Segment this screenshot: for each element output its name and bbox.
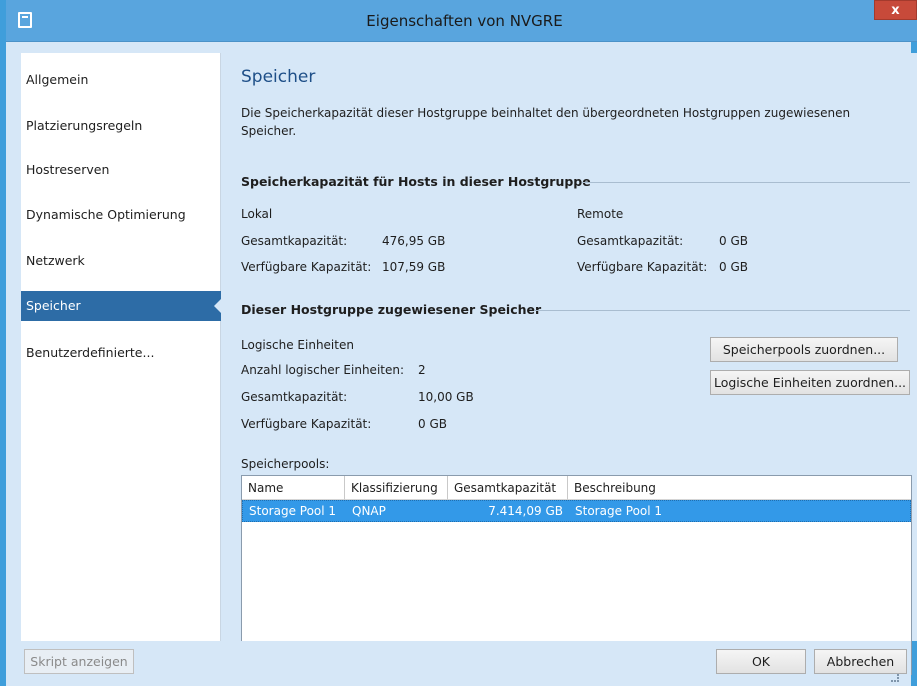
assigned-section-divider <box>534 310 910 311</box>
capacity-section-divider <box>582 182 910 183</box>
column-header-name[interactable]: Name <box>242 476 345 500</box>
remote-available-label: Verfügbare Kapazität: <box>577 260 708 274</box>
properties-dialog: Eigenschaften von NVGRE x Allgemein Plat… <box>0 0 917 686</box>
view-script-button[interactable]: Skript anzeigen <box>24 649 134 674</box>
remote-available-value: 0 GB <box>719 260 748 274</box>
ok-button[interactable]: OK <box>716 649 806 674</box>
local-total-label: Gesamtkapazität: <box>241 234 348 248</box>
local-available-label: Verfügbare Kapazität: <box>241 260 372 274</box>
nav-item-platzierungsregeln[interactable]: Platzierungsregeln <box>21 111 221 141</box>
window-title: Eigenschaften von NVGRE <box>366 12 563 30</box>
table-row[interactable]: Storage Pool 1 QNAP 7.414,09 GB Storage … <box>242 500 911 522</box>
nav-item-speicher[interactable]: Speicher <box>21 291 222 321</box>
remote-total-label: Gesamtkapazität: <box>577 234 684 248</box>
remote-total-value: 0 GB <box>719 234 748 248</box>
local-label: Lokal <box>241 207 273 221</box>
local-available-value: 107,59 GB <box>382 260 446 274</box>
assigned-total-value: 10,00 GB <box>418 390 474 404</box>
nav-item-allgemein[interactable]: Allgemein <box>21 65 221 95</box>
resize-grip-icon[interactable] <box>891 674 899 682</box>
title-bar[interactable]: Eigenschaften von NVGRE x <box>6 0 917 42</box>
description-line-2: Speicher. <box>241 124 297 138</box>
nav-item-netzwerk[interactable]: Netzwerk <box>21 246 221 276</box>
column-header-capacity[interactable]: Gesamtkapazität <box>448 476 568 500</box>
dialog-footer: Skript anzeigen OK Abbrechen <box>6 641 911 686</box>
nav-item-benutzerdefinierte[interactable]: Benutzerdefinierte... <box>21 338 221 368</box>
cell-capacity: 7.414,09 GB <box>488 504 563 518</box>
capacity-section-title: Speicherkapazität für Hosts in dieser Ho… <box>241 174 591 189</box>
assigned-total-label: Gesamtkapazität: <box>241 390 348 404</box>
cancel-button[interactable]: Abbrechen <box>814 649 907 674</box>
assigned-available-value: 0 GB <box>418 417 447 431</box>
logical-units-label: Logische Einheiten <box>241 338 354 352</box>
nav-item-hostreserven[interactable]: Hostreserven <box>21 155 221 185</box>
close-button[interactable]: x <box>874 0 917 20</box>
cell-name: Storage Pool 1 <box>249 504 337 518</box>
page-title: Speicher <box>241 67 316 87</box>
logical-units-count-value: 2 <box>418 363 426 377</box>
cell-description: Storage Pool 1 <box>575 504 663 518</box>
column-header-description[interactable]: Beschreibung <box>568 476 911 500</box>
assigned-section-title: Dieser Hostgruppe zugewiesener Speicher <box>241 302 542 317</box>
storage-panel: Speicher Die Speicherkapazität dieser Ho… <box>222 53 917 675</box>
cell-classification: QNAP <box>352 504 386 518</box>
assigned-available-label: Verfügbare Kapazität: <box>241 417 372 431</box>
description-line-1: Die Speicherkapazität dieser Hostgruppe … <box>241 106 851 120</box>
remote-label: Remote <box>577 207 624 221</box>
storage-pools-label: Speicherpools: <box>241 457 330 471</box>
assign-logical-units-button[interactable]: Logische Einheiten zuordnen... <box>710 370 910 395</box>
column-header-classification[interactable]: Klassifizierung <box>345 476 448 500</box>
nav-item-dynamische-optimierung[interactable]: Dynamische Optimierung <box>21 200 221 230</box>
assign-pools-button[interactable]: Speicherpools zuordnen... <box>710 337 898 362</box>
local-total-value: 476,95 GB <box>382 234 446 248</box>
sidebar-nav: Allgemein Platzierungsregeln Hostreserve… <box>21 53 222 641</box>
logical-units-count-label: Anzahl logischer Einheiten: <box>241 363 405 377</box>
